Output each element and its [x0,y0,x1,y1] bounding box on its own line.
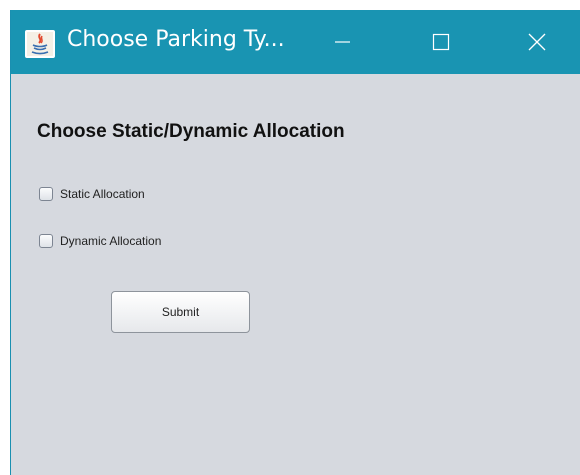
dynamic-allocation-option[interactable]: Dynamic Allocation [39,231,161,251]
page-title: Choose Static/Dynamic Allocation [37,121,345,142]
static-allocation-option[interactable]: Static Allocation [39,184,145,204]
window-title: Choose Parking Ty... [67,27,285,52]
maximize-button[interactable] [421,26,461,58]
static-allocation-label[interactable]: Static Allocation [60,187,145,201]
dynamic-allocation-checkbox[interactable] [39,234,53,248]
maximize-icon [432,33,450,51]
dynamic-allocation-label[interactable]: Dynamic Allocation [60,234,161,248]
minimize-button[interactable] [323,26,363,58]
close-button[interactable] [517,26,557,58]
close-icon [528,33,546,51]
title-bar[interactable]: Choose Parking Ty... [11,10,580,74]
submit-button[interactable]: Submit [111,291,250,333]
static-allocation-checkbox[interactable] [39,187,53,201]
minimize-icon [335,41,350,43]
app-window: Choose Parking Ty... Choose Static/Dynam… [10,10,580,475]
java-icon[interactable] [25,30,55,58]
